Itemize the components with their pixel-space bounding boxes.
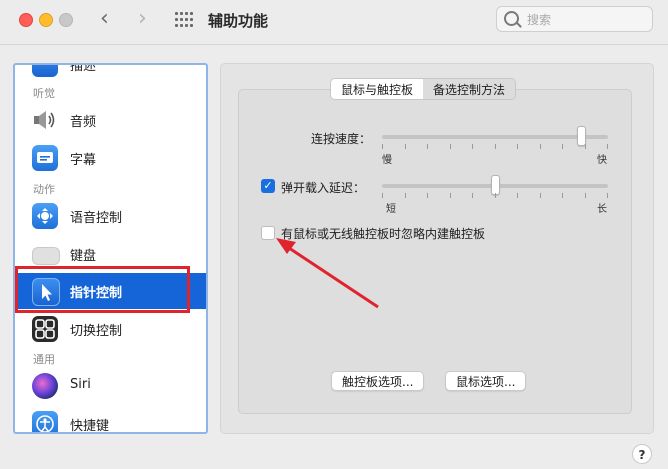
slider-tick — [405, 144, 406, 149]
siri-icon — [32, 373, 58, 399]
spring-loading-max: 长 — [597, 204, 607, 215]
forward-icon[interactable]: › — [138, 8, 147, 30]
spring-loading-min: 短 — [386, 204, 396, 215]
ignore-trackpad-checkbox[interactable] — [261, 226, 275, 240]
slider-tick — [495, 193, 496, 198]
mouse-options-button[interactable]: 鼠标选项... — [445, 371, 527, 391]
slider-tick — [562, 193, 563, 198]
ignore-trackpad-label: 有鼠标或无线触控板时忽略内建触控板 — [281, 227, 486, 241]
slider-tick — [472, 193, 473, 198]
spring-loading-knob[interactable] — [491, 175, 500, 195]
trackpad-options-button[interactable]: 触控板选项... — [331, 371, 425, 391]
switch-control-icon — [32, 316, 58, 342]
show-all-grid-icon[interactable] — [175, 12, 195, 28]
slider-tick — [450, 144, 451, 149]
search-input[interactable] — [525, 10, 649, 30]
tab-bar: 鼠标与触控板 备选控制方法 — [330, 78, 517, 100]
slider-tick — [517, 144, 518, 149]
search-field[interactable] — [496, 6, 653, 32]
help-button[interactable]: ? — [632, 444, 652, 464]
slider-tick — [495, 144, 496, 149]
double-click-speed-slider[interactable] — [382, 126, 608, 149]
slider-tick — [585, 144, 586, 149]
sidebar-item-captions[interactable]: 字幕 — [15, 140, 206, 176]
tab-mouse-trackpad[interactable]: 鼠标与触控板 — [331, 79, 424, 99]
double-click-speed-knob[interactable] — [577, 126, 586, 146]
spring-loading-checkbox[interactable]: ✓ — [261, 179, 275, 193]
keyboard-icon — [32, 247, 60, 265]
sidebar-item-voice-control[interactable]: 语音控制 — [15, 198, 206, 234]
speaker-icon — [32, 107, 58, 133]
close-window-button[interactable] — [19, 13, 33, 27]
slider-tick — [585, 193, 586, 198]
captions-icon — [32, 145, 58, 171]
double-click-speed-max: 快 — [597, 155, 607, 166]
sidebar-item-descriptions[interactable]: 描述 — [15, 65, 206, 82]
slider-tick — [405, 193, 406, 198]
window-title: 辅助功能 — [208, 12, 269, 30]
slider-tick — [472, 144, 473, 149]
slider-tick — [450, 193, 451, 198]
slider-tick — [517, 193, 518, 198]
slider-tick — [427, 193, 428, 198]
accessibility-icon — [32, 411, 58, 432]
slider-tick — [540, 193, 541, 198]
slider-tick — [382, 193, 383, 198]
sidebar[interactable]: 描述 听觉 音频 字幕 动作 语音控制 键盘 指针控制 切换控制 通用 Siri… — [13, 63, 208, 434]
zoom-window-button[interactable] — [59, 13, 73, 27]
minimize-window-button[interactable] — [39, 13, 53, 27]
section-header-general: 通用 — [33, 353, 55, 366]
slider-tick — [427, 144, 428, 149]
spring-loading-label: 弹开载入延迟： — [281, 181, 366, 195]
sidebar-item-siri[interactable]: Siri — [15, 368, 206, 404]
title-bar: ‹ › 辅助功能 — [0, 0, 668, 45]
back-icon[interactable]: ‹ — [100, 8, 109, 30]
double-click-speed-label: 连按速度： — [311, 132, 372, 146]
search-icon — [504, 11, 519, 26]
spring-loading-slider[interactable] — [382, 175, 608, 198]
slider-tick — [607, 193, 608, 198]
slider-tick — [607, 144, 608, 149]
highlight-frame — [15, 266, 190, 313]
double-click-speed-min: 慢 — [382, 155, 392, 166]
slider-tick — [382, 144, 383, 149]
voice-control-icon — [32, 203, 58, 229]
sidebar-item-audio[interactable]: 音频 — [15, 102, 206, 138]
slider-tick — [562, 144, 563, 149]
descriptions-icon — [32, 65, 58, 77]
section-header-hearing: 听觉 — [33, 87, 55, 100]
tab-alternate-control[interactable]: 备选控制方法 — [423, 79, 516, 99]
slider-tick — [540, 144, 541, 149]
sidebar-item-switch-control[interactable]: 切换控制 — [15, 311, 206, 347]
sidebar-item-shortcut[interactable]: 快捷键 — [15, 406, 206, 432]
section-header-motor: 动作 — [33, 183, 55, 196]
